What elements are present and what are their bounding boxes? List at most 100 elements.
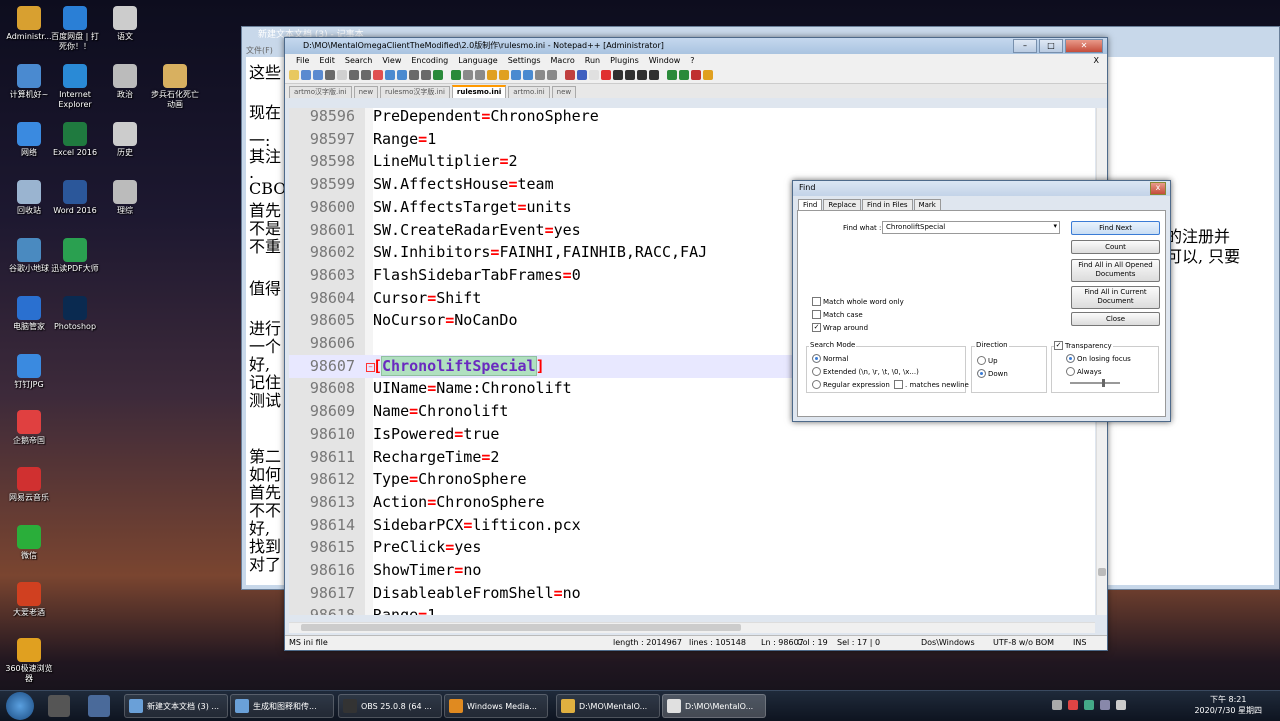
desktop-icon-16[interactable]: Photoshop [48,296,102,332]
code-line[interactable]: 98614 SidebarPCX=lifticon.pcx [289,514,1089,537]
toolbar-tool-icon[interactable] [421,70,431,80]
toolbar-tool-icon[interactable] [397,70,407,80]
file-tab[interactable]: new [353,86,379,98]
find-tab-find[interactable]: Find [798,199,823,210]
toolbar-tool-icon[interactable] [325,70,335,80]
code-line[interactable]: 98615 PreClick=yes [289,536,1089,559]
file-tab[interactable]: new [551,86,577,98]
desktop-icon-8[interactable]: Excel 2016 [48,122,102,158]
file-tab[interactable]: rulesmo.ini [451,85,507,98]
toolbar-tool-icon[interactable] [601,70,611,80]
menu-[interactable]: ? [685,54,699,67]
find-dialog[interactable]: Find x Find Replace Find in Files Mark Find… [792,180,1171,422]
menu-settings[interactable]: Settings [503,54,546,67]
toolbar-tool-icon[interactable] [625,70,635,80]
desktop-icon-18[interactable]: 企鹅帝国 [2,410,56,446]
count-button[interactable]: Count [1071,240,1160,254]
toolbar-tool-icon[interactable] [409,70,419,80]
tray-app-icon[interactable] [1068,700,1078,710]
desktop-icon-11[interactable]: Word 2016 [48,180,102,216]
matches-newline-checkbox[interactable]: . matches newline [894,380,969,389]
code-line[interactable]: 98596 PreDependent=ChronoSphere [289,108,1089,128]
toolbar-tool-icon[interactable] [499,70,509,80]
find-all-current-button[interactable]: Find All in Current Document [1071,286,1160,309]
desktop-icon-22[interactable]: 360极速浏览器 [2,638,56,684]
find-tab-find-in-files[interactable]: Find in Files [862,199,913,210]
desktop-icon-5[interactable]: 政治 [98,64,152,100]
direction-down-radio[interactable]: Down [977,369,1008,378]
toolbar-tool-icon[interactable] [475,70,485,80]
toolbar-tool-icon[interactable] [565,70,575,80]
code-line[interactable]: 98618 Range=1 [289,604,1089,615]
match-case-checkbox[interactable]: Match case [812,310,863,319]
menu-macro[interactable]: Macro [546,54,580,67]
code-line[interactable]: 98617 DisableableFromShell=no [289,582,1089,605]
menu-language[interactable]: Language [453,54,502,67]
transparency-losing-focus-radio[interactable]: On losing focus [1066,354,1131,363]
desktop-icon-19[interactable]: 网易云音乐 [2,467,56,503]
search-mode-normal-radio[interactable]: Normal [812,354,848,363]
desktop-icon-9[interactable]: 历史 [98,122,152,158]
search-mode-extended-radio[interactable]: Extended (\n, \r, \t, \0, \x...) [812,367,919,376]
toolbar-tool-icon[interactable] [301,70,311,80]
dropdown-arrow-icon[interactable]: ▾ [1053,222,1057,230]
transparency-checkbox[interactable]: ✓ Transparency [1054,341,1113,350]
settings-gear-icon[interactable] [48,695,70,717]
taskbar-window-button[interactable]: 新建文本文档 (3) ... [124,694,228,718]
code-line[interactable]: 98610 IsPowered=true [289,423,1089,446]
toolbar-tool-icon[interactable] [547,70,557,80]
find-next-button[interactable]: Find Next [1071,221,1160,235]
code-line[interactable]: 98613 Action=ChronoSphere [289,491,1089,514]
toolbar-tool-icon[interactable] [313,70,323,80]
toolbar-tool-icon[interactable] [373,70,383,80]
hscroll-thumb[interactable] [301,624,741,631]
toolbar-tool-icon[interactable] [433,70,443,80]
desktop-icon-6[interactable]: 步兵石化死亡动画 [148,64,202,110]
toolbar-tool-icon[interactable] [649,70,659,80]
menu-view[interactable]: View [377,54,406,67]
menu-run[interactable]: Run [580,54,605,67]
notepad-menu-file[interactable]: 文件(F) [246,45,273,56]
toolbar-tool-icon[interactable] [577,70,587,80]
toolbar-tool-icon[interactable] [703,70,713,80]
toolbar-tool-icon[interactable] [679,70,689,80]
tray-arrow-icon[interactable] [1052,700,1062,710]
toolbar-tool-icon[interactable] [337,70,347,80]
code-line[interactable]: 98611 RechargeTime=2 [289,446,1089,469]
desktop-icon-2[interactable]: 语文 [98,6,152,42]
toolbar-tool-icon[interactable] [637,70,647,80]
code-line[interactable]: 98598 LineMultiplier=2 [289,150,1089,173]
scroll-thumb[interactable] [1098,568,1106,576]
menu-window[interactable]: Window [644,54,686,67]
toolbar-tool-icon[interactable] [349,70,359,80]
desktop-icon-4[interactable]: Internet Explorer [48,64,102,110]
menu-file[interactable]: File [291,54,314,67]
menu-plugins[interactable]: Plugins [605,54,644,67]
toolbar-tool-icon[interactable] [289,70,299,80]
taskbar-window-button[interactable]: D:\MO\MentalO... [662,694,766,718]
system-clock[interactable]: 下午 8:21 2020/7/30 星期四 [1194,694,1262,716]
tray-volume-icon[interactable] [1116,700,1126,710]
find-what-combobox[interactable]: ChronoliftSpecial ▾ [882,221,1060,234]
direction-up-radio[interactable]: Up [977,356,998,365]
maximize-button[interactable]: □ [1039,39,1063,53]
menu-encoding[interactable]: Encoding [406,54,453,67]
menu-edit[interactable]: Edit [314,54,340,67]
desktop-icon-14[interactable]: 迅读PDF大师 [48,238,102,274]
calculator-icon[interactable] [88,695,110,717]
search-mode-regex-radio[interactable]: Regular expression [812,380,890,389]
taskbar-window-button[interactable]: D:\MO\MentalO... [556,694,660,718]
toolbar-tool-icon[interactable] [451,70,461,80]
transparency-always-radio[interactable]: Always [1066,367,1102,376]
npp-title-bar[interactable]: D:\MO\MentalOmegaClientTheModified\2.0版制… [285,38,1107,54]
toolbar-tool-icon[interactable] [487,70,497,80]
file-tab[interactable]: rulesmo汉字版.ini [380,86,450,98]
slider-handle[interactable] [1102,379,1105,387]
taskbar-window-button[interactable]: OBS 25.0.8 (64 ... [338,694,442,718]
code-line[interactable]: 98616 ShowTimer=no [289,559,1089,582]
tray-shield-icon[interactable] [1084,700,1094,710]
desktop-icon-1[interactable]: 百度网盘 | 打死你！！ [48,6,102,52]
find-all-opened-button[interactable]: Find All in All Opened Documents [1071,259,1160,282]
transparency-slider[interactable] [1070,379,1120,387]
toolbar-tool-icon[interactable] [523,70,533,80]
